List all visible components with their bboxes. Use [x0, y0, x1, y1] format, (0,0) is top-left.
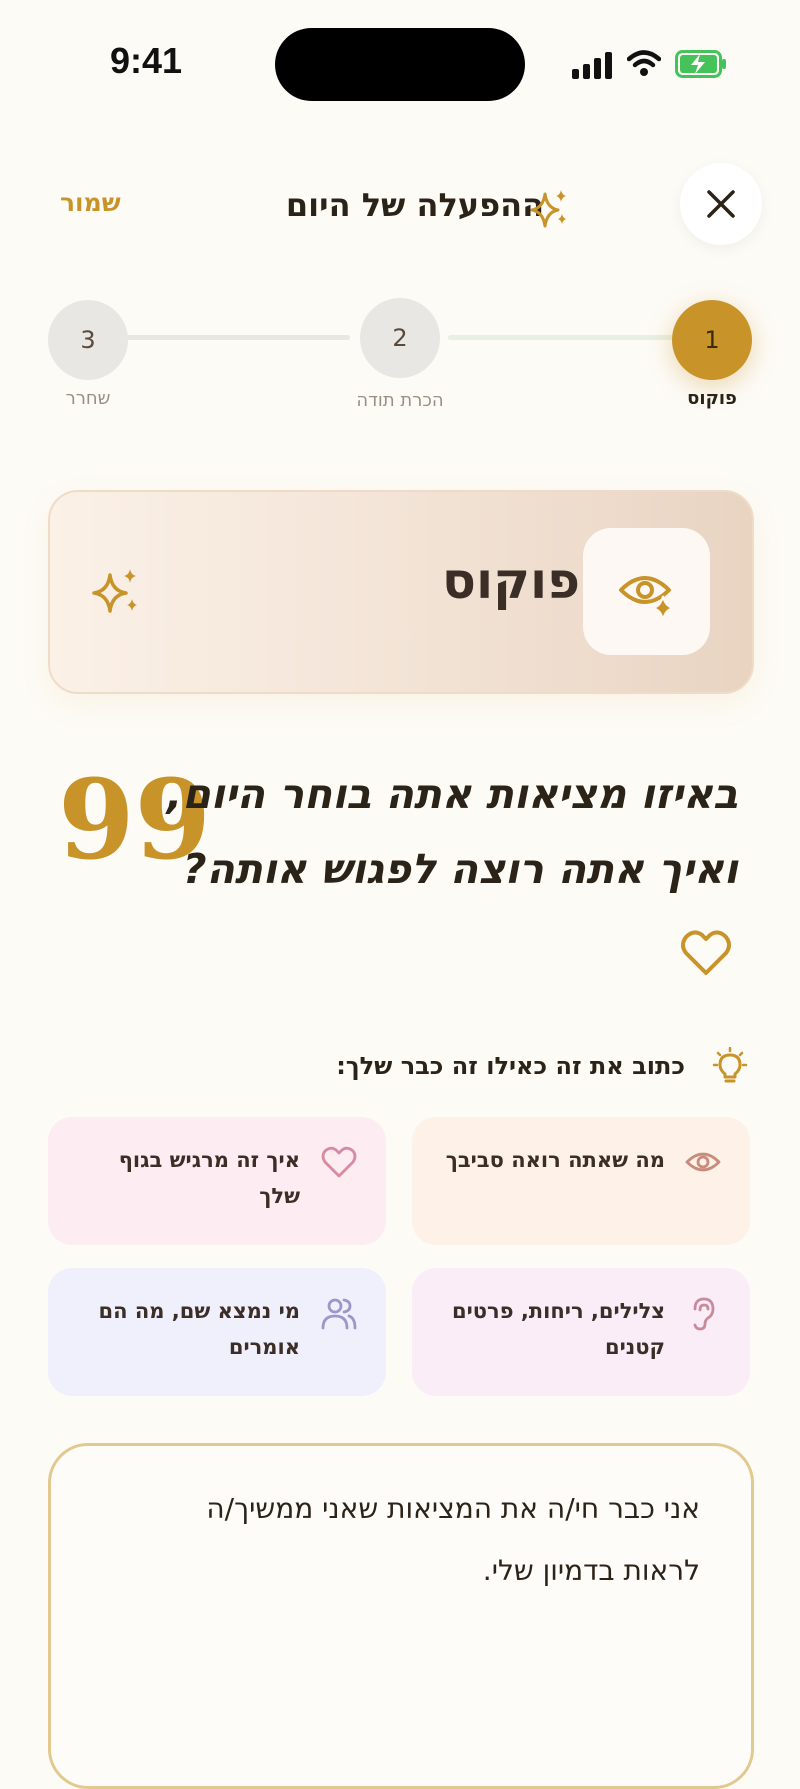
- heart-icon[interactable]: [678, 925, 734, 981]
- step-3-label: שחרר: [65, 388, 111, 409]
- eye-icon: [685, 1152, 721, 1172]
- focus-title: פוקוס: [441, 552, 580, 610]
- step-3-circle[interactable]: 3: [48, 300, 128, 380]
- prompt-card-feel-text: איך זה מרגיש בגוף שלך: [118, 1148, 300, 1208]
- step-1-label: פוקוס: [687, 388, 737, 409]
- status-time: 9:41: [110, 40, 183, 81]
- close-icon: [707, 190, 735, 218]
- step-1-circle[interactable]: 1: [672, 300, 752, 380]
- sparkle-icon: [530, 190, 566, 228]
- save-button[interactable]: שמור: [60, 188, 121, 217]
- prompt-card-see-text: מה שאתה רואה סביבך: [445, 1148, 665, 1172]
- step-2-number: 2: [392, 324, 408, 352]
- lightbulb-icon: [712, 1047, 748, 1083]
- prompt-card-people-text: מי נמצא שם, מה הם אומרים: [98, 1299, 300, 1359]
- stepper-line-2: [125, 335, 350, 340]
- focus-icon-box: [583, 528, 710, 655]
- step-2-circle[interactable]: 2: [360, 298, 440, 378]
- prompt-card-see[interactable]: [412, 1117, 750, 1245]
- close-button[interactable]: [680, 163, 762, 245]
- answer-line-2: לראות בדמיון שלי.: [482, 1554, 700, 1587]
- sparkle-icon: [92, 569, 137, 613]
- wifi-icon: [627, 50, 661, 76]
- prompt-card-senses-text: צלילים, ריחות, פרטים קטנים: [451, 1299, 665, 1359]
- quote-line-1: באיזו מציאות אתה בוחר היום,: [166, 770, 738, 818]
- signal-icon: [572, 52, 614, 79]
- step-1-number: 1: [704, 326, 720, 354]
- people-icon: [321, 1298, 357, 1330]
- quote-line-2: ואיך אתה רוצה לפגוש אותה?: [182, 845, 738, 893]
- tip-text: כתוב את זה כאילו זה כבר שלך:: [336, 1052, 685, 1080]
- eye-sparkle-icon: [618, 575, 673, 620]
- answer-line-1: אני כבר חי/ה את המציאות שאני ממשיך/ה: [206, 1492, 700, 1525]
- answer-text: אני כבר חי/ה את המציאות שאני ממשיך/ה לרא…: [120, 1478, 700, 1602]
- dynamic-island: [275, 28, 525, 101]
- step-3-number: 3: [80, 326, 96, 354]
- heart-icon: [321, 1146, 357, 1178]
- stepper-line-1: [448, 335, 673, 340]
- step-2-label: הכרת תודה: [356, 390, 444, 411]
- ear-icon: [693, 1297, 715, 1331]
- battery-icon: [675, 50, 726, 78]
